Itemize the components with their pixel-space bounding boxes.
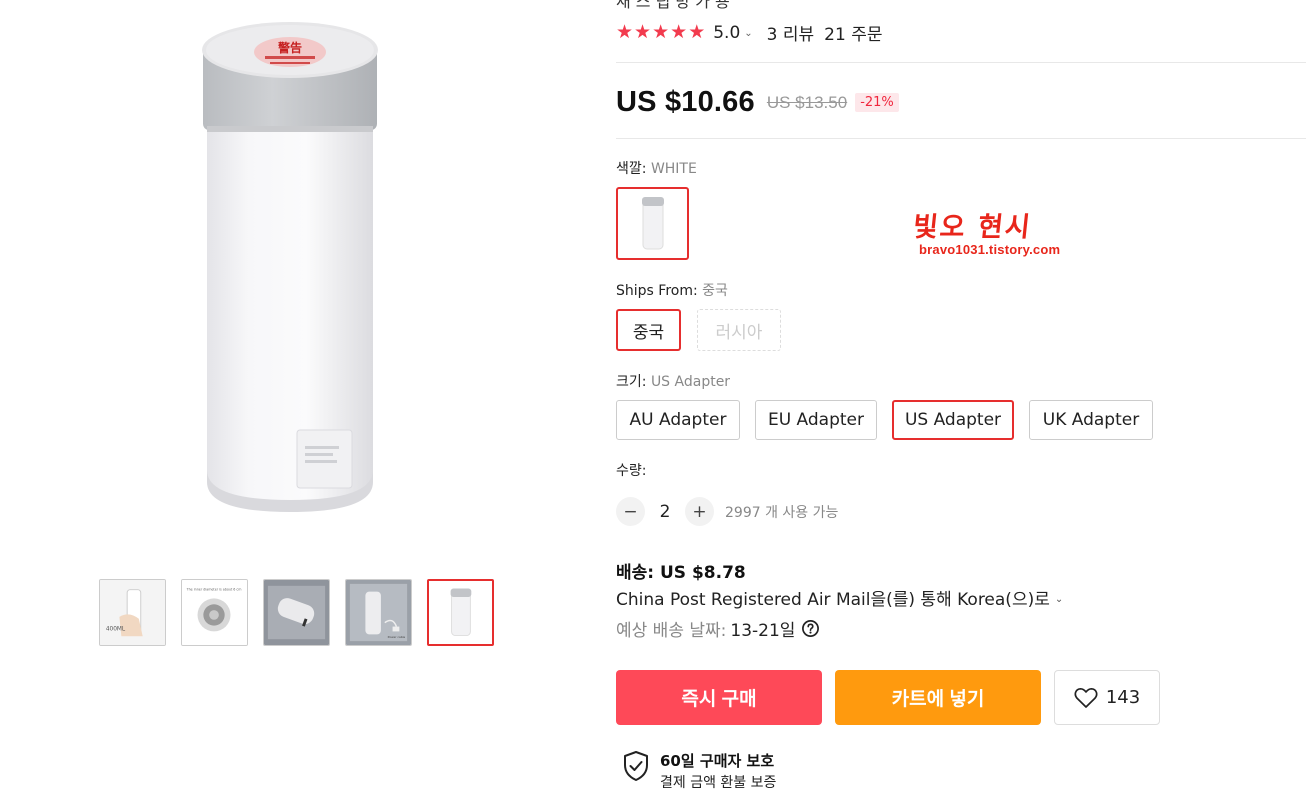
star-icon: ★ <box>634 21 652 43</box>
thumbnail-strip: 400ML The inner diameter is about 6 cm P… <box>99 579 494 646</box>
rating-score[interactable]: 5.0 <box>713 23 740 43</box>
chevron-down-icon[interactable]: ⌄ <box>1055 594 1063 605</box>
shipping-cost: 배송: US $8.78 <box>616 563 746 583</box>
watermark-title: 빛오 현시 <box>911 212 1034 243</box>
protection-title: 60일 구매자 보호 <box>660 752 775 770</box>
star-icon: ★ <box>670 21 688 43</box>
star-icon: ★ <box>652 21 670 43</box>
quantity-minus-button[interactable]: − <box>616 497 645 526</box>
white-bottle-thumbnail <box>429 581 492 644</box>
bottle-top-view-thumbnail: The inner diameter is about 6 cm <box>182 580 247 645</box>
size-option-uk-adapter[interactable]: UK Adapter <box>1029 400 1153 440</box>
review-count-link[interactable]: 3 리뷰 <box>767 20 815 45</box>
buyer-protection: 60일 구매자 보호 결제 금액 환불 보증 <box>622 750 776 792</box>
thumbnail-1[interactable]: 400ML <box>99 579 166 646</box>
original-price: US $13.50 <box>766 92 848 112</box>
divider <box>616 138 1306 139</box>
chevron-down-icon[interactable]: ⌄ <box>744 28 752 39</box>
thumbnail-5-active[interactable] <box>427 579 494 646</box>
buy-now-button[interactable]: 즉시 구매 <box>616 670 822 725</box>
svg-text:400ML: 400ML <box>106 626 126 632</box>
watermark-url: bravo1031.tistory.com <box>919 242 1061 257</box>
ships-from-value: 중국 <box>702 283 728 299</box>
cap-warning-label: 警告 <box>277 40 302 55</box>
bottle-side-dark-thumbnail <box>264 580 329 645</box>
product-title: 새 스 립 방 가 용 <box>616 0 730 11</box>
delivery-date-value: 13-21일 <box>730 621 796 641</box>
quantity-label: 수량: <box>616 463 647 479</box>
blog-watermark: 빛오 현시 bravo1031.tistory.com <box>911 212 1061 257</box>
ships-from-label: Ships From: <box>616 283 698 299</box>
shield-check-icon <box>624 751 648 781</box>
size-option-us-adapter[interactable]: US Adapter <box>892 400 1014 440</box>
protection-subtitle: 결제 금액 환불 보증 <box>660 775 777 791</box>
size-label-row: 크기: US Adapter <box>616 371 730 391</box>
size-option-eu-adapter[interactable]: EU Adapter <box>755 400 877 440</box>
size-option-au-adapter[interactable]: AU Adapter <box>616 400 740 440</box>
size-label: 크기: <box>616 374 647 390</box>
color-option-white[interactable] <box>616 187 689 260</box>
bottle-with-adapter-thumbnail: Power cable <box>346 580 411 645</box>
thumbnail-2[interactable]: The inner diameter is about 6 cm <box>181 579 248 646</box>
quantity-available: 2997 개 사용 가능 <box>725 504 839 521</box>
svg-text:The inner diameter is about 6: The inner diameter is about 6 cm <box>186 588 242 592</box>
ships-from-option-china[interactable]: 중국 <box>616 309 681 351</box>
discount-badge: -21% <box>855 93 899 112</box>
size-value: US Adapter <box>650 374 731 390</box>
protection-text: 60일 구매자 보호 결제 금액 환불 보증 <box>660 750 776 792</box>
add-to-cart-button[interactable]: 카트에 넣기 <box>835 670 1041 725</box>
thumbnail-4[interactable]: Power cable <box>345 579 412 646</box>
rating-row: ★ ★ ★ ★ ★ 5.0 ⌄ 3 리뷰 21 주문 <box>616 20 883 46</box>
quantity-stepper: − 2 + 2997 개 사용 가능 <box>616 497 838 526</box>
help-question-icon[interactable] <box>801 619 820 638</box>
quantity-input[interactable]: 2 <box>645 502 685 522</box>
delivery-estimate: 예상 배송 날짜: 13-21일 <box>616 616 820 641</box>
ships-from-label-row: Ships From: 중국 <box>616 280 728 300</box>
price-row: US $10.66 US $13.50 -21% <box>616 86 899 119</box>
wishlist-count: 143 <box>1105 687 1141 708</box>
ships-from-option-russia[interactable]: 러시아 <box>697 309 781 351</box>
star-rating: ★ ★ ★ ★ ★ <box>616 23 705 42</box>
shipping-method-selector[interactable]: China Post Registered Air Mail을(를) 통해 Ko… <box>616 585 1063 610</box>
color-value: WHITE <box>650 161 697 177</box>
wishlist-button[interactable]: 143 <box>1054 670 1160 725</box>
delivery-date-label: 예상 배송 날짜: <box>616 621 727 641</box>
bottle-in-hand-thumbnail: 400ML <box>100 580 165 645</box>
current-price: US $10.66 <box>616 86 755 118</box>
svg-text:Power cable: Power cable <box>388 635 406 639</box>
white-bottle-icon <box>641 196 664 249</box>
star-icon: ★ <box>688 21 706 43</box>
divider <box>616 62 1306 63</box>
order-count: 21 주문 <box>824 25 883 45</box>
star-icon: ★ <box>616 21 634 43</box>
heart-icon <box>1074 687 1098 708</box>
shipping-method-text[interactable]: China Post Registered Air Mail을(를) 통해 Ko… <box>616 585 1050 610</box>
color-label: 색깔: <box>616 161 647 177</box>
product-info-panel: 새 스 립 방 가 용 ★ ★ ★ ★ ★ 5.0 ⌄ 3 리뷰 21 주문 U… <box>616 0 1306 806</box>
product-main-image[interactable]: 警告 <box>130 0 450 540</box>
color-label-row: 색깔: WHITE <box>616 158 697 178</box>
thumbnail-3[interactable] <box>263 579 330 646</box>
quantity-plus-button[interactable]: + <box>685 497 714 526</box>
